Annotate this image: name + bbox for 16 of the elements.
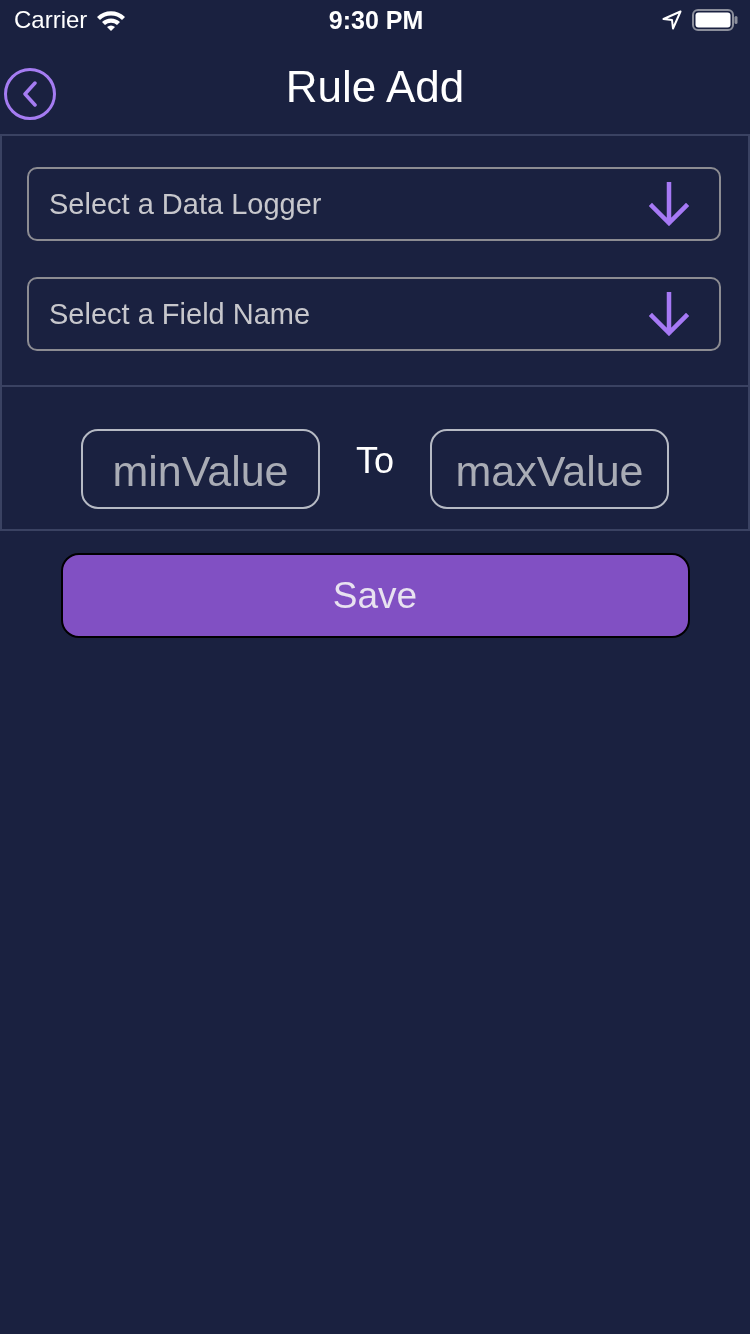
wifi-icon [95, 8, 128, 32]
save-button[interactable]: Save [60, 553, 690, 638]
arrow-down-icon [649, 292, 689, 336]
min-value-field[interactable]: minValue [81, 429, 320, 509]
select-dropdown[interactable]: Select a Data Logger [27, 167, 721, 241]
carrier-label: Carrier [14, 6, 88, 34]
location-arrow-icon [662, 10, 682, 30]
select-dropdown[interactable]: Select a Field Name [27, 277, 721, 351]
max-value-field[interactable]: maxValue [430, 429, 669, 509]
arrow-down-icon [649, 182, 689, 226]
page-title: Rule Add [285, 61, 465, 113]
battery-icon [692, 9, 738, 31]
range-separator: To [356, 441, 394, 481]
status-time: 9:30 PM [328, 6, 424, 34]
back-button[interactable] [4, 68, 56, 120]
chevron-left-icon [22, 81, 38, 107]
